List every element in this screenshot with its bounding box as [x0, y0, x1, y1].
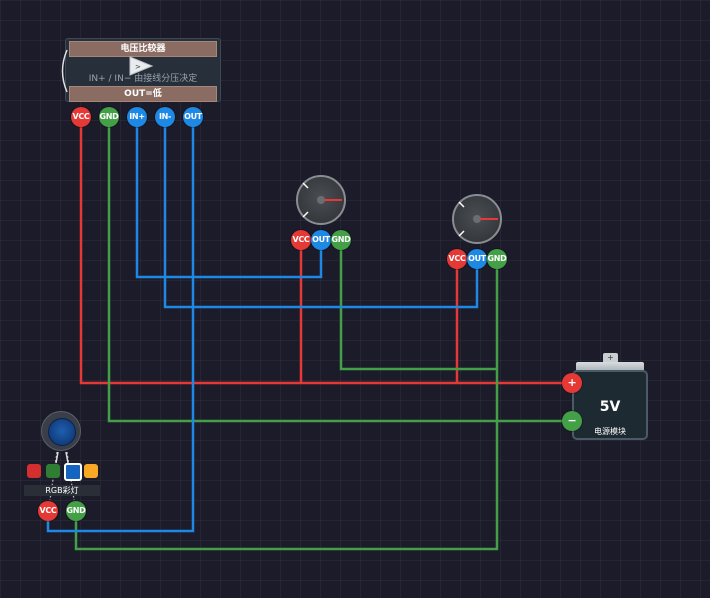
pot2-pin-vcc[interactable]: VCC [447, 249, 467, 269]
swatch-blue-selected[interactable] [64, 463, 82, 481]
psu-voltage: 5V [599, 399, 621, 415]
rgb-led[interactable] [41, 411, 81, 451]
comparator-pin-vcc[interactable]: VCC [71, 107, 91, 127]
psu-label: 电源模块 [594, 427, 626, 436]
led-pin-vcc[interactable]: VCC [38, 501, 58, 521]
pot2-pin-out[interactable]: OUT [467, 249, 487, 269]
swatch-green[interactable] [46, 464, 60, 478]
power-supply-module[interactable]: 5V 电源模块 [572, 370, 648, 440]
swatch-red[interactable] [27, 464, 41, 478]
comparator-module[interactable]: 电压比较器 > IN+ / IN− 由接线分压决定 OUT=低 [65, 38, 221, 102]
comparator-pin-in-minus[interactable]: IN- [155, 107, 175, 127]
pot1-pin-vcc[interactable]: VCC [291, 230, 311, 250]
comparator-pin-out[interactable]: OUT [183, 107, 203, 127]
comparator-pin-gnd[interactable]: GND [99, 107, 119, 127]
comparator-pin-in-plus[interactable]: IN+ [127, 107, 147, 127]
comparator-output-label: OUT=低 [69, 86, 217, 102]
rgb-led-label: RGB彩灯 [24, 485, 100, 496]
comparator-title: 电压比较器 [69, 41, 217, 57]
swatch-yellow[interactable] [84, 464, 98, 478]
comparator-bracket [61, 49, 68, 93]
knob-dial-icon [302, 182, 342, 218]
pot1-pin-out[interactable]: OUT [311, 230, 331, 250]
led-pin-gnd[interactable]: GND [66, 501, 86, 521]
potentiometer-2-knob[interactable] [452, 194, 502, 244]
led-bulb-icon [48, 418, 76, 446]
potentiometer-1-knob[interactable] [296, 175, 346, 225]
knob-dial-icon [458, 201, 498, 237]
pot2-pin-gnd[interactable]: GND [487, 249, 507, 269]
wire-gnd-pot2-led[interactable] [74, 259, 499, 551]
svg-text:>: > [135, 63, 141, 71]
pot1-pin-gnd[interactable]: GND [331, 230, 351, 250]
psu-minus-terminal[interactable]: − [562, 411, 582, 431]
psu-plus-terminal[interactable]: + [562, 373, 582, 393]
comparator-subtitle: IN+ / IN− 由接线分压决定 [88, 74, 198, 84]
